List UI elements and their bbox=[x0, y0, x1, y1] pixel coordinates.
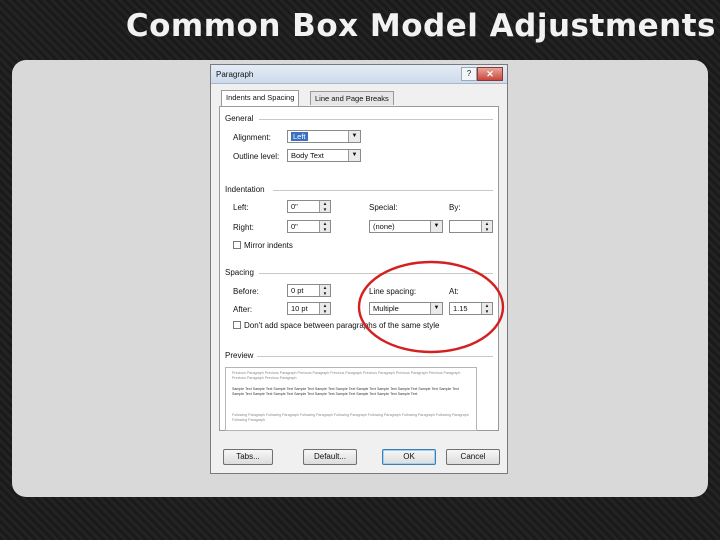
outline-level-value: Body Text bbox=[291, 151, 324, 160]
spinner-arrows-icon[interactable]: ▲ ▼ bbox=[481, 221, 492, 232]
cancel-button[interactable]: Cancel bbox=[446, 449, 500, 465]
line-spacing-value: Multiple bbox=[373, 304, 399, 313]
spacing-before-value: 0 pt bbox=[291, 286, 304, 295]
line-spacing-dropdown[interactable]: Multiple ▼ bbox=[369, 302, 443, 315]
by-label: By: bbox=[449, 203, 461, 212]
indent-left-label: Left: bbox=[233, 203, 249, 212]
section-spacing: Spacing bbox=[225, 268, 254, 277]
spinner-arrows-icon[interactable]: ▲ ▼ bbox=[319, 303, 330, 314]
alignment-label: Alignment: bbox=[233, 133, 271, 142]
indent-left-value: 0" bbox=[291, 202, 298, 211]
default-button[interactable]: Default... bbox=[303, 449, 357, 465]
spacing-after-spinner[interactable]: 10 pt ▲ ▼ bbox=[287, 302, 331, 315]
special-value: (none) bbox=[373, 222, 395, 231]
by-spinner[interactable]: ▲ ▼ bbox=[449, 220, 493, 233]
help-button[interactable]: ? bbox=[461, 67, 477, 81]
spinner-arrows-icon[interactable]: ▲ ▼ bbox=[319, 285, 330, 296]
indent-right-spinner[interactable]: 0" ▲ ▼ bbox=[287, 220, 331, 233]
section-divider bbox=[273, 190, 493, 191]
tabs-button[interactable]: Tabs... bbox=[223, 449, 273, 465]
line-spacing-label: Line spacing: bbox=[369, 287, 417, 296]
outline-level-dropdown[interactable]: Body Text ▼ bbox=[287, 149, 361, 162]
spinner-arrows-icon[interactable]: ▲ ▼ bbox=[319, 221, 330, 232]
section-divider bbox=[257, 356, 493, 357]
tab-indents-and-spacing[interactable]: Indents and Spacing bbox=[221, 90, 300, 106]
section-preview: Preview bbox=[225, 351, 254, 360]
preview-following-paragraph: Following Paragraph Following Paragraph … bbox=[232, 413, 469, 422]
at-spinner[interactable]: 1.15 ▲ ▼ bbox=[449, 302, 493, 315]
section-divider bbox=[259, 119, 493, 120]
spacing-after-value: 10 pt bbox=[291, 304, 308, 313]
outline-level-label: Outline level: bbox=[233, 152, 280, 161]
ok-button[interactable]: OK bbox=[382, 449, 436, 465]
preview-previous-paragraph: Previous Paragraph Previous Paragraph Pr… bbox=[232, 371, 461, 380]
spacing-before-spinner[interactable]: 0 pt ▲ ▼ bbox=[287, 284, 331, 297]
at-value: 1.15 bbox=[453, 304, 468, 313]
special-label: Special: bbox=[369, 203, 398, 212]
indent-right-label: Right: bbox=[233, 223, 254, 232]
before-label: Before: bbox=[233, 287, 259, 296]
dont-add-space-label: Don't add space between paragraphs of th… bbox=[244, 321, 440, 330]
chevron-down-icon: ▼ bbox=[348, 150, 360, 161]
chevron-down-icon: ▼ bbox=[348, 131, 360, 142]
mirror-indents-label: Mirror indents bbox=[244, 241, 293, 250]
chevron-down-icon: ▼ bbox=[430, 303, 442, 314]
mirror-indents-checkbox[interactable] bbox=[233, 241, 241, 249]
special-dropdown[interactable]: (none) ▼ bbox=[369, 220, 443, 233]
dialog-title: Paragraph bbox=[216, 70, 254, 79]
at-label: At: bbox=[449, 287, 459, 296]
preview-box: Previous Paragraph Previous Paragraph Pr… bbox=[225, 367, 477, 431]
section-indentation: Indentation bbox=[225, 185, 265, 194]
indent-left-spinner[interactable]: 0" ▲ ▼ bbox=[287, 200, 331, 213]
dialog-titlebar[interactable]: Paragraph ? ✕ bbox=[211, 65, 507, 84]
indent-right-value: 0" bbox=[291, 222, 298, 231]
chevron-down-icon: ▼ bbox=[430, 221, 442, 232]
close-button[interactable]: ✕ bbox=[477, 67, 503, 81]
section-divider bbox=[259, 273, 493, 274]
tab-line-and-page-breaks[interactable]: Line and Page Breaks bbox=[310, 91, 394, 105]
dont-add-space-checkbox[interactable] bbox=[233, 321, 241, 329]
spinner-arrows-icon[interactable]: ▲ ▼ bbox=[319, 201, 330, 212]
after-label: After: bbox=[233, 305, 253, 314]
preview-sample-text: Sample Text Sample Text Sample Text Samp… bbox=[232, 387, 459, 396]
paragraph-dialog: Paragraph ? ✕ Indents and Spacing Line a… bbox=[210, 64, 508, 474]
slide-title: Common Box Model Adjustments bbox=[125, 8, 716, 44]
spinner-arrows-icon[interactable]: ▲ ▼ bbox=[481, 303, 492, 314]
alignment-value: Left bbox=[291, 132, 308, 141]
alignment-dropdown[interactable]: Left ▼ bbox=[287, 130, 361, 143]
section-general: General bbox=[225, 114, 254, 123]
